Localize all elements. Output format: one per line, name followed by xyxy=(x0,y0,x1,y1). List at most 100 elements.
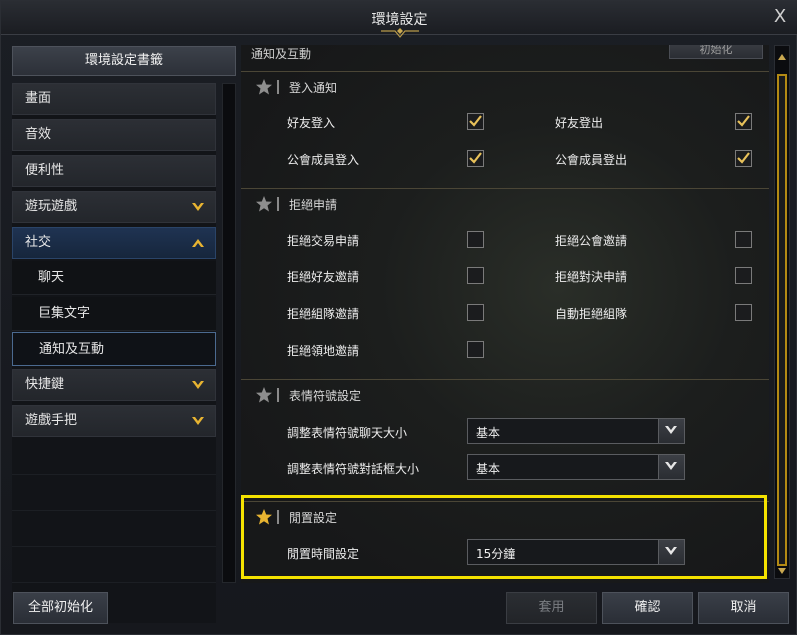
guild-logout-checkbox[interactable] xyxy=(735,150,752,167)
reset-section-button[interactable]: 初始化 xyxy=(669,45,763,59)
dropdown-value: 基本 xyxy=(476,462,501,476)
option-label: 好友登出 xyxy=(555,116,604,130)
dropdown-value: 15分鐘 xyxy=(476,547,516,561)
emoticon-chat-size-dropdown[interactable]: 基本 xyxy=(467,418,685,444)
reject-trade-checkbox[interactable] xyxy=(467,231,484,248)
cancel-button[interactable]: 取消 xyxy=(698,592,789,624)
divider xyxy=(277,388,279,402)
option-label: 拒絕領地邀請 xyxy=(287,344,360,358)
sidebar-item-sound[interactable]: 音效 xyxy=(12,119,216,151)
guild-login-checkbox[interactable] xyxy=(467,150,484,167)
sidebar-item-gamepad[interactable]: 遊戲手把 xyxy=(12,405,216,437)
reject-duel-checkbox[interactable] xyxy=(735,267,752,284)
empty-row xyxy=(12,513,216,547)
empty-row xyxy=(12,477,216,511)
sidebar-subitem-label: 通知及互動 xyxy=(39,342,105,357)
reset-all-button[interactable]: 全部初始化 xyxy=(13,592,108,624)
section-header-idle: 閒置設定 xyxy=(241,501,769,531)
title-ornament-icon xyxy=(381,28,419,38)
confirm-button[interactable]: 確認 xyxy=(602,592,693,624)
reject-party-invite-checkbox[interactable] xyxy=(467,304,484,321)
dropdown-arrow[interactable] xyxy=(658,419,684,443)
option-label: 調整表情符號對話框大小 xyxy=(287,462,420,476)
scroll-thumb[interactable] xyxy=(777,74,787,566)
sidebar-item-gameplay[interactable]: 遊玩遊戲 xyxy=(12,191,216,223)
section-header-reject: 拒絕申請 xyxy=(241,188,769,218)
sidebar-item-convenience[interactable]: 便利性 xyxy=(12,155,216,187)
section-header-login-notify: 登入通知 xyxy=(241,71,769,101)
sidebar-item-label: 音效 xyxy=(25,127,52,142)
sidebar-scrollbar[interactable] xyxy=(222,83,236,583)
settings-bookmark-button[interactable]: 環境設定書籤 xyxy=(12,46,236,76)
section-header-partial: 通知及互動 xyxy=(251,47,312,61)
reject-territory-invite-checkbox[interactable] xyxy=(467,341,484,358)
divider xyxy=(277,197,279,211)
content-scrollbar[interactable] xyxy=(774,45,790,579)
sidebar-subitem-label: 巨集文字 xyxy=(38,306,91,321)
star-icon[interactable] xyxy=(255,195,273,213)
option-label: 拒絕好友邀請 xyxy=(287,270,360,284)
section-title: 閒置設定 xyxy=(289,511,338,525)
auto-reject-party-checkbox[interactable] xyxy=(735,304,752,321)
chevron-down-icon xyxy=(192,381,204,389)
scroll-down-icon[interactable] xyxy=(778,568,786,574)
star-icon[interactable] xyxy=(255,78,273,96)
sidebar-item-label: 便利性 xyxy=(25,163,65,178)
chevron-down-icon xyxy=(665,462,677,470)
close-button[interactable]: X xyxy=(770,7,790,27)
section-title: 表情符號設定 xyxy=(289,389,362,403)
option-label: 拒絕公會邀請 xyxy=(555,234,628,248)
option-label: 好友登入 xyxy=(287,116,336,130)
settings-content: 通知及互動 初始化 登入通知 好友登入 好友登出 公會成員登入 公會成員登出 拒… xyxy=(241,45,769,583)
option-label: 自動拒絕組隊 xyxy=(555,307,628,321)
settings-sidebar: 環境設定書籤 畫面 音效 便利性 遊玩遊戲 社交 聊天 巨集文字 通知及互動 快… xyxy=(11,45,237,623)
reject-guild-invite-checkbox[interactable] xyxy=(735,231,752,248)
sidebar-item-label: 畫面 xyxy=(25,91,52,106)
sidebar-subitem-label: 聊天 xyxy=(38,270,65,285)
chevron-down-icon xyxy=(192,417,204,425)
sidebar-item-label: 快捷鍵 xyxy=(25,377,65,392)
settings-window: 環境設定 X 環境設定書籤 畫面 音效 便利性 遊玩遊戲 社交 聊天 巨集文字 … xyxy=(0,0,797,635)
chevron-down-icon xyxy=(665,426,677,434)
divider xyxy=(277,510,279,524)
option-label: 調整表情符號聊天大小 xyxy=(287,426,408,440)
chevron-down-icon xyxy=(665,547,677,555)
option-label: 閒置時間設定 xyxy=(287,547,360,561)
empty-row xyxy=(12,549,216,583)
empty-row xyxy=(12,441,216,475)
emoticon-bubble-size-dropdown[interactable]: 基本 xyxy=(467,454,685,480)
star-icon[interactable] xyxy=(255,386,273,404)
option-label: 拒絕組隊邀請 xyxy=(287,307,360,321)
sidebar-item-social[interactable]: 社交 xyxy=(12,227,216,259)
option-label: 公會成員登入 xyxy=(287,153,360,167)
star-icon[interactable] xyxy=(255,508,273,526)
window-title: 環境設定 xyxy=(371,12,428,28)
sidebar-subitem-notifications[interactable]: 通知及互動 xyxy=(12,332,216,366)
sidebar-item-label: 遊戲手把 xyxy=(25,413,78,428)
option-label: 拒絕交易申請 xyxy=(287,234,360,248)
option-label: 公會成員登出 xyxy=(555,153,628,167)
sidebar-subitem-macro-text[interactable]: 巨集文字 xyxy=(12,297,216,331)
sidebar-item-hotkeys[interactable]: 快捷鍵 xyxy=(12,369,216,401)
sidebar-subitem-chat[interactable]: 聊天 xyxy=(12,261,216,295)
section-header-emoticon: 表情符號設定 xyxy=(241,379,769,409)
section-title: 拒絕申請 xyxy=(289,198,338,212)
dropdown-arrow[interactable] xyxy=(658,540,684,564)
apply-button[interactable]: 套用 xyxy=(506,592,597,624)
option-label: 拒絕對決申請 xyxy=(555,270,628,284)
chevron-up-icon xyxy=(192,239,204,247)
sidebar-item-display[interactable]: 畫面 xyxy=(12,83,216,115)
category-menu: 畫面 音效 便利性 遊玩遊戲 社交 聊天 巨集文字 通知及互動 快捷鍵 遊戲手把 xyxy=(12,83,216,623)
idle-time-dropdown[interactable]: 15分鐘 xyxy=(467,539,685,565)
scroll-up-icon[interactable] xyxy=(778,54,786,60)
dropdown-arrow[interactable] xyxy=(658,455,684,479)
divider xyxy=(277,80,279,94)
title-bar: 環境設定 X xyxy=(1,1,797,38)
section-title: 登入通知 xyxy=(289,81,338,95)
reject-friend-invite-checkbox[interactable] xyxy=(467,267,484,284)
chevron-down-icon xyxy=(192,203,204,211)
friend-login-checkbox[interactable] xyxy=(467,113,484,130)
sidebar-item-label: 社交 xyxy=(25,235,52,250)
sidebar-item-label: 遊玩遊戲 xyxy=(25,199,78,214)
friend-logout-checkbox[interactable] xyxy=(735,113,752,130)
